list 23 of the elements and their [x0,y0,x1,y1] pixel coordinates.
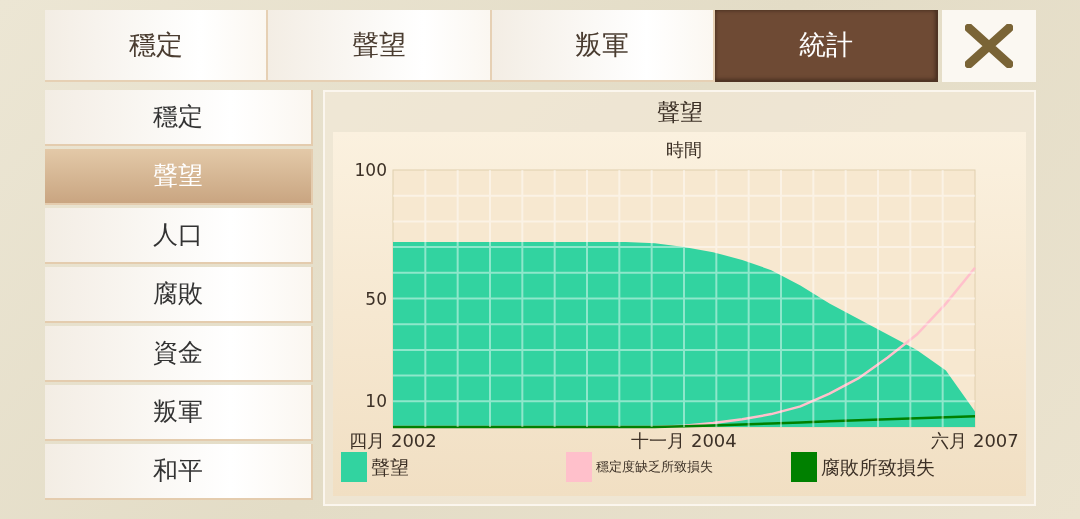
legend-label: 穩定度缺乏所致損失 [596,458,713,477]
x-tick-label: 十一月 2004 [631,430,737,451]
x-tick-label: 四月 2002 [349,430,437,451]
tab[interactable]: 聲望 [268,10,492,82]
sidebar-item[interactable]: 資金 [45,326,313,382]
tab[interactable]: 穩定 [45,10,269,82]
y-tick-label: 50 [365,288,387,309]
x-tick-label: 六月 2007 [931,430,1019,451]
sidebar-item[interactable]: 人口 [45,208,313,264]
sidebar-item[interactable]: 和平 [45,444,313,500]
y-tick-label: 10 [365,391,387,412]
sidebar-item[interactable]: 穩定 [45,90,313,146]
close-icon [965,24,1014,68]
close-button[interactable] [942,10,1036,82]
legend-label: 聲望 [371,454,409,480]
sidebar-item[interactable]: 腐敗 [45,267,313,323]
chart-title: 時間 [666,139,702,160]
sidebar-item[interactable]: 叛軍 [45,385,313,441]
legend-label: 腐敗所致損失 [821,454,935,480]
panel-title: 聲望 [656,99,703,125]
tab[interactable]: 統計 [714,10,939,82]
y-tick-label: 100 [354,160,387,180]
tab[interactable]: 叛軍 [491,10,715,82]
